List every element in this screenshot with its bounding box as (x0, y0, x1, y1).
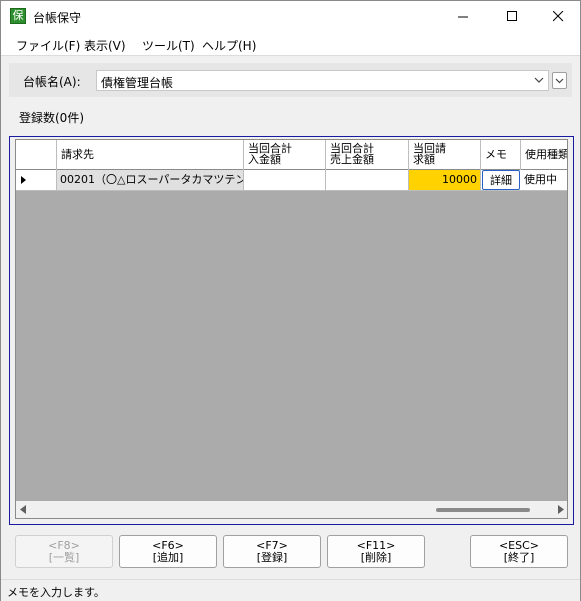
chevron-down-icon (555, 78, 564, 83)
cell-customer[interactable]: 00201（〇△ロスーパータカマツテン） (57, 170, 244, 190)
add-button[interactable]: <F6> [追加] (119, 535, 217, 568)
close-icon (552, 11, 563, 22)
ledger-select-panel: 台帳名(A): 債権管理台帳 (9, 63, 572, 97)
header-billing-amount[interactable]: 当回請 求額 (409, 140, 481, 170)
ledger-grid[interactable]: 請求先 当回合計 入金額 当回合計 売上金額 当回請 求額 メモ 使用種類 00201… (15, 139, 568, 519)
scroll-left-icon[interactable] (20, 505, 26, 514)
cell-billing-amount[interactable]: 10000 (409, 170, 481, 190)
horizontal-scrollbar[interactable] (16, 501, 567, 518)
grid-header: 請求先 当回合計 入金額 当回合計 売上金額 当回請 求額 メモ 使用種類 (16, 140, 567, 170)
cell-sales-total[interactable] (326, 170, 409, 190)
chevron-down-icon (534, 77, 544, 83)
ledger-grid-frame: 請求先 当回合計 入金額 当回合計 売上金額 当回請 求額 メモ 使用種類 00201… (9, 136, 574, 525)
maximize-icon (506, 11, 517, 21)
app-icon: 保 (10, 8, 26, 24)
ledger-dropdown-button[interactable] (552, 72, 567, 89)
menu-file[interactable]: ファイル(F) (16, 37, 80, 54)
close-button[interactable] (535, 1, 581, 32)
minimize-icon (457, 16, 468, 18)
table-row[interactable]: 00201（〇△ロスーパータカマツテン） 10000 詳細 使用中 (16, 170, 567, 191)
ledger-name-label: 台帳名(A): (23, 75, 81, 89)
menu-help[interactable]: ヘルプ(H) (202, 37, 256, 54)
row-pointer-icon (21, 176, 26, 184)
delete-button[interactable]: <F11> [削除] (327, 535, 425, 568)
cell-usage[interactable]: 使用中 (521, 170, 567, 190)
ledger-maintenance-window: 保 台帳保守 ファイル(F) 表示(V) ツール(T) ヘルプ(H) 台帳名(A… (0, 0, 581, 601)
title-bar: 保 台帳保守 (1, 1, 580, 32)
ledger-name-value: 債権管理台帳 (101, 76, 174, 90)
status-bar: メモを入力します。 (1, 579, 580, 601)
menu-bar: ファイル(F) 表示(V) ツール(T) ヘルプ(H) (1, 32, 580, 56)
header-sales-total[interactable]: 当回合計 売上金額 (326, 140, 409, 170)
record-count: 登録数(0件) (19, 111, 84, 125)
minimize-button[interactable] (440, 1, 486, 32)
scrollbar-thumb[interactable] (436, 508, 530, 512)
header-row-selector (16, 140, 57, 170)
list-button[interactable]: <F8> [一覧] (15, 535, 113, 568)
register-button[interactable]: <F7> [登録] (223, 535, 321, 568)
cell-payment-total[interactable] (244, 170, 326, 190)
header-usage[interactable]: 使用種類 (521, 140, 567, 170)
header-memo[interactable]: メモ (481, 140, 521, 170)
status-message: メモを入力します。 (7, 586, 105, 599)
maximize-button[interactable] (489, 1, 535, 32)
exit-button[interactable]: <ESC> [終了] (470, 535, 568, 568)
menu-view[interactable]: 表示(V) (84, 37, 126, 54)
window-title: 台帳保守 (33, 11, 82, 25)
cell-memo-detail-button[interactable]: 詳細 (482, 170, 520, 190)
ledger-name-dropdown[interactable]: 債権管理台帳 (96, 70, 549, 91)
menu-tools[interactable]: ツール(T) (142, 37, 195, 54)
header-customer[interactable]: 請求先 (57, 140, 244, 170)
row-selector[interactable] (16, 170, 57, 190)
scroll-right-icon[interactable] (558, 505, 564, 514)
header-payment-total[interactable]: 当回合計 入金額 (244, 140, 326, 170)
